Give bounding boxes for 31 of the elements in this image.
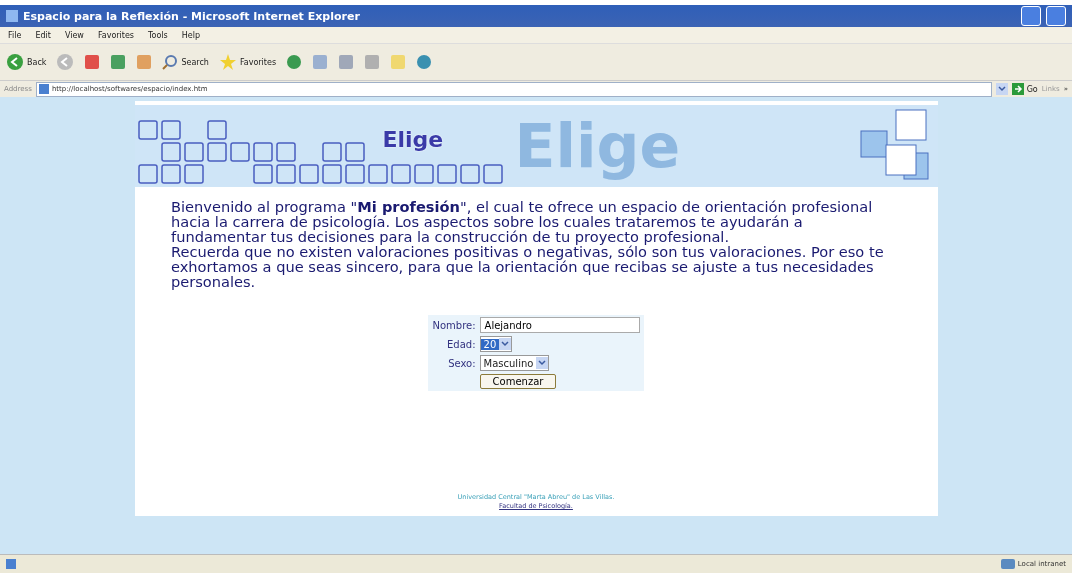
restore-button[interactable]: [1046, 6, 1066, 26]
dropdown-field[interactable]: 20: [479, 336, 513, 352]
intro-paragraph: Recuerda que no existen valoraciones positivas o negativas, sólo son tus valoraciones. Por eso te exhortamos a que seas sincero, para que la orientación que recibas se ajuste a tus necesidades personales.: [171, 244, 885, 289]
menu-item[interactable]: Help: [181, 30, 200, 40]
field-label: Edad:: [446, 338, 476, 350]
stacked-squares-icon: [859, 109, 930, 181]
menu-item[interactable]: Edit: [35, 30, 51, 40]
field-label: Sexo:: [447, 357, 476, 369]
window-title: Espacio para la Reflexión - Microsoft Internet Explorer: [23, 9, 361, 23]
star-icon: [218, 53, 237, 71]
start-button[interactable]: Comenzar: [479, 374, 557, 389]
menu-item[interactable]: File: [8, 30, 22, 40]
go-button[interactable]: Go: [1011, 83, 1038, 95]
caret-icon: [995, 83, 1008, 95]
favorites-button[interactable]: Favorites: [218, 53, 277, 71]
menu-item[interactable]: View: [64, 30, 84, 40]
go-arrow-icon: [1011, 83, 1024, 95]
back-button[interactable]: Back: [6, 53, 47, 71]
caret-icon: [499, 338, 512, 350]
search-icon: [162, 54, 179, 70]
minimize-button[interactable]: [1021, 6, 1041, 26]
search-button[interactable]: Search: [162, 54, 209, 70]
caret-icon: [536, 357, 549, 369]
logo-text: Elige: [382, 127, 444, 152]
name-input-field[interactable]: Alejandro: [479, 317, 640, 333]
menu-item[interactable]: Tools: [148, 30, 168, 40]
field-label: Nombre:: [432, 319, 476, 331]
dropdown-field[interactable]: Masculino: [479, 355, 550, 371]
menu-item[interactable]: Favorites: [97, 30, 134, 40]
intro-paragraph: Bienvenido al programa "Mi profesión", el cual te ofrece un espacio de orientación profesional hacia la carrera de psicología. Los aspectos sobre los cuales trataremos te ayudarán a fundamentar tus decisiones para la construcción de tu proyecto profesional.: [171, 199, 874, 244]
banner-background-text: Elige: [514, 111, 681, 181]
